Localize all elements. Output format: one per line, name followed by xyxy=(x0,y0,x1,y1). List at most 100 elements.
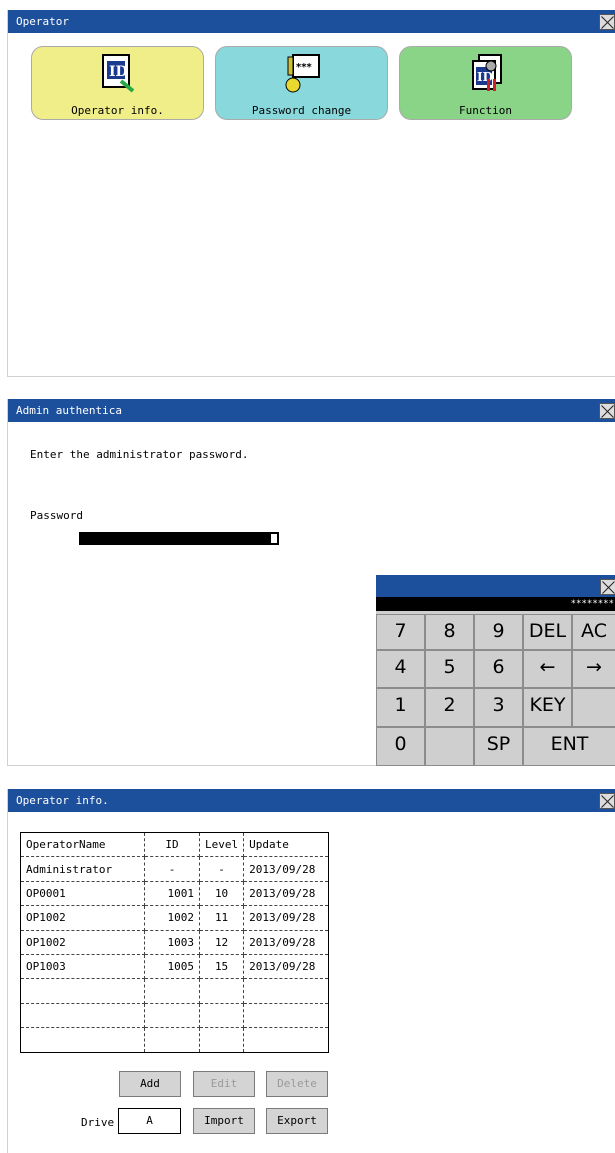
table-row[interactable]: OP1003 1005 15 2013/09/28 xyxy=(20,954,329,980)
function-settings-icon: ID xyxy=(471,54,502,91)
operator-info-titlebar: Operator info. xyxy=(8,789,615,812)
cell-level: 12 xyxy=(199,930,245,955)
cell-operator-name: OP1002 xyxy=(20,930,145,955)
cell-operator-name: OP0001 xyxy=(20,881,145,907)
close-icon[interactable] xyxy=(600,579,615,595)
admin-auth-window: Admin authentica Enter the administrator… xyxy=(7,399,615,766)
cell-update xyxy=(244,1028,329,1052)
admin-auth-titlebar: Admin authentica xyxy=(8,399,615,422)
cell-update xyxy=(243,1003,329,1029)
cell-update: 2013/09/28 xyxy=(243,856,329,882)
function-label: Function xyxy=(459,104,512,117)
cell-operator-name: OP1003 xyxy=(20,954,145,980)
cell-update: 2013/09/28 xyxy=(243,954,329,980)
window-title: Operator info. xyxy=(16,794,109,807)
table-row[interactable] xyxy=(20,1003,329,1029)
cell-operator-name xyxy=(20,1027,145,1053)
table-row[interactable] xyxy=(20,978,329,1004)
function-button[interactable]: ID Function xyxy=(399,46,572,120)
cell-update: 2013/09/28 xyxy=(243,881,329,907)
table-row[interactable]: OP0001 1001 10 2013/09/28 xyxy=(20,881,329,907)
key-blank-1[interactable] xyxy=(572,688,615,727)
key-2[interactable]: 2 xyxy=(425,688,474,727)
drive-label: Drive xyxy=(81,1116,115,1129)
password-label: Password xyxy=(30,509,83,522)
delete-button[interactable]: Delete xyxy=(266,1071,328,1097)
key-7[interactable]: 7 xyxy=(376,614,425,650)
key-sp[interactable]: SP xyxy=(474,727,523,766)
key-blank-2[interactable] xyxy=(425,727,474,766)
table-header-row: OperatorName ID Level Update xyxy=(20,832,329,858)
operator-window: Operator ID Operator info. *** Password … xyxy=(7,10,615,377)
key-ent[interactable]: ENT xyxy=(523,727,615,766)
key-left-arrow[interactable]: ← xyxy=(523,650,572,688)
table-row[interactable]: Administrator - - 2013/09/28 xyxy=(20,856,329,882)
add-button[interactable]: Add xyxy=(119,1071,181,1097)
password-change-button[interactable]: *** Password change xyxy=(215,46,388,120)
table-row[interactable]: OP1002 1003 12 2013/09/28 xyxy=(20,930,329,955)
cell-level: - xyxy=(199,856,245,882)
cell-operator-name: Administrator xyxy=(20,856,145,882)
key-3[interactable]: 3 xyxy=(474,688,523,727)
key-password-icon: *** xyxy=(285,54,320,93)
table-row[interactable] xyxy=(20,1027,329,1053)
keypad-display: ******** xyxy=(376,597,615,611)
cell-level xyxy=(199,1027,245,1053)
svg-text:***: *** xyxy=(296,62,312,73)
key-9[interactable]: 9 xyxy=(474,614,523,650)
cell-id xyxy=(144,978,200,1004)
window-title: Operator xyxy=(16,15,69,28)
cell-id: - xyxy=(144,856,200,882)
key-right-arrow[interactable]: → xyxy=(572,650,615,688)
cell-id: 1005 xyxy=(144,954,200,980)
cell-level: 11 xyxy=(199,905,245,931)
cell-level xyxy=(199,978,245,1004)
key-1[interactable]: 1 xyxy=(376,688,425,727)
cell-level: 15 xyxy=(199,954,245,980)
close-icon[interactable] xyxy=(599,793,615,809)
id-card-icon: ID xyxy=(101,54,134,93)
drive-input[interactable]: A xyxy=(118,1108,181,1134)
cell-level: 10 xyxy=(199,881,245,907)
password-change-label: Password change xyxy=(251,104,352,117)
key-4[interactable]: 4 xyxy=(376,650,425,688)
cell-id: 1003 xyxy=(144,930,200,955)
keypad-window: ******** 7 8 9 DEL AC 4 5 6 ← → 1 2 3 KE… xyxy=(376,575,615,766)
key-8[interactable]: 8 xyxy=(425,614,474,650)
cell-level xyxy=(199,1003,245,1029)
keypad-titlebar xyxy=(376,575,615,597)
column-header-id: ID xyxy=(144,832,200,858)
key-ac[interactable]: AC xyxy=(572,614,615,650)
cell-id xyxy=(144,1027,200,1053)
cell-id: 1001 xyxy=(144,881,200,907)
text-cursor xyxy=(271,534,277,543)
operator-info-window: Operator info. OperatorName ID Level Upd… xyxy=(7,789,615,1153)
cell-update: 2013/09/28 xyxy=(243,905,329,931)
table-row[interactable]: OP1002 1002 11 2013/09/28 xyxy=(20,905,329,931)
operator-table: OperatorName ID Level Update Administrat… xyxy=(20,832,330,1053)
svg-text:ID: ID xyxy=(109,64,128,80)
key-del[interactable]: DEL xyxy=(523,614,572,650)
import-button[interactable]: Import xyxy=(193,1108,255,1134)
operator-titlebar: Operator xyxy=(8,10,615,33)
cell-operator-name xyxy=(20,1003,145,1029)
password-input[interactable] xyxy=(79,532,279,545)
cell-id xyxy=(144,1003,200,1029)
close-icon[interactable] xyxy=(599,403,615,419)
key-key[interactable]: KEY xyxy=(523,688,572,727)
export-button[interactable]: Export xyxy=(266,1108,328,1134)
svg-text:ID: ID xyxy=(477,70,493,84)
cell-operator-name xyxy=(20,978,145,1004)
close-icon[interactable] xyxy=(599,14,615,30)
key-0[interactable]: 0 xyxy=(376,727,425,766)
edit-button[interactable]: Edit xyxy=(193,1071,255,1097)
key-6[interactable]: 6 xyxy=(474,650,523,688)
cell-id: 1002 xyxy=(144,905,200,931)
cell-update xyxy=(243,978,329,1004)
operator-info-label: Operator info. xyxy=(71,104,164,117)
column-header-level: Level xyxy=(199,832,245,858)
window-title: Admin authentica xyxy=(16,404,122,417)
key-5[interactable]: 5 xyxy=(425,650,474,688)
operator-info-button[interactable]: ID Operator info. xyxy=(31,46,204,120)
instruction-text: Enter the administrator password. xyxy=(30,448,249,461)
